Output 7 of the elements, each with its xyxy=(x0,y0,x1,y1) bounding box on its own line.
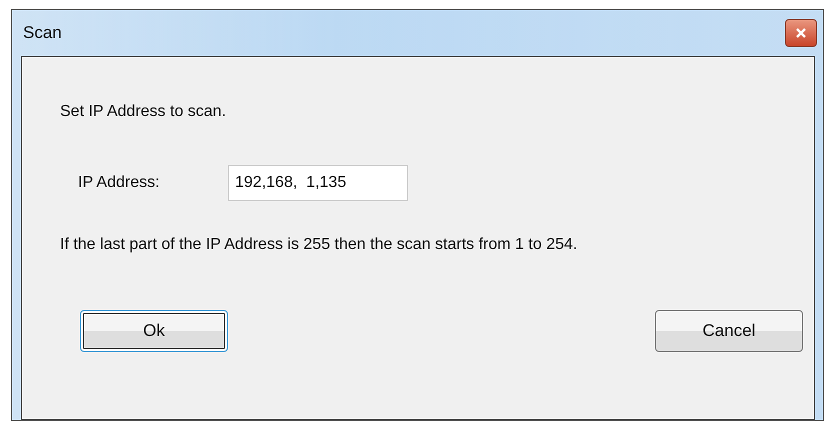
cancel-button[interactable]: Cancel xyxy=(655,310,803,352)
instruction-text: Set IP Address to scan. xyxy=(60,103,228,121)
ok-button[interactable]: Ok xyxy=(80,310,228,352)
ip-address-field[interactable]: 192,168, 1,135 xyxy=(228,165,408,201)
window-title: Scan xyxy=(22,23,62,43)
scan-note-text: If the last part of the IP Address is 255 then the scan starts from 1 to 254. xyxy=(60,236,578,254)
ip-address-label: IP Address: xyxy=(78,174,161,192)
